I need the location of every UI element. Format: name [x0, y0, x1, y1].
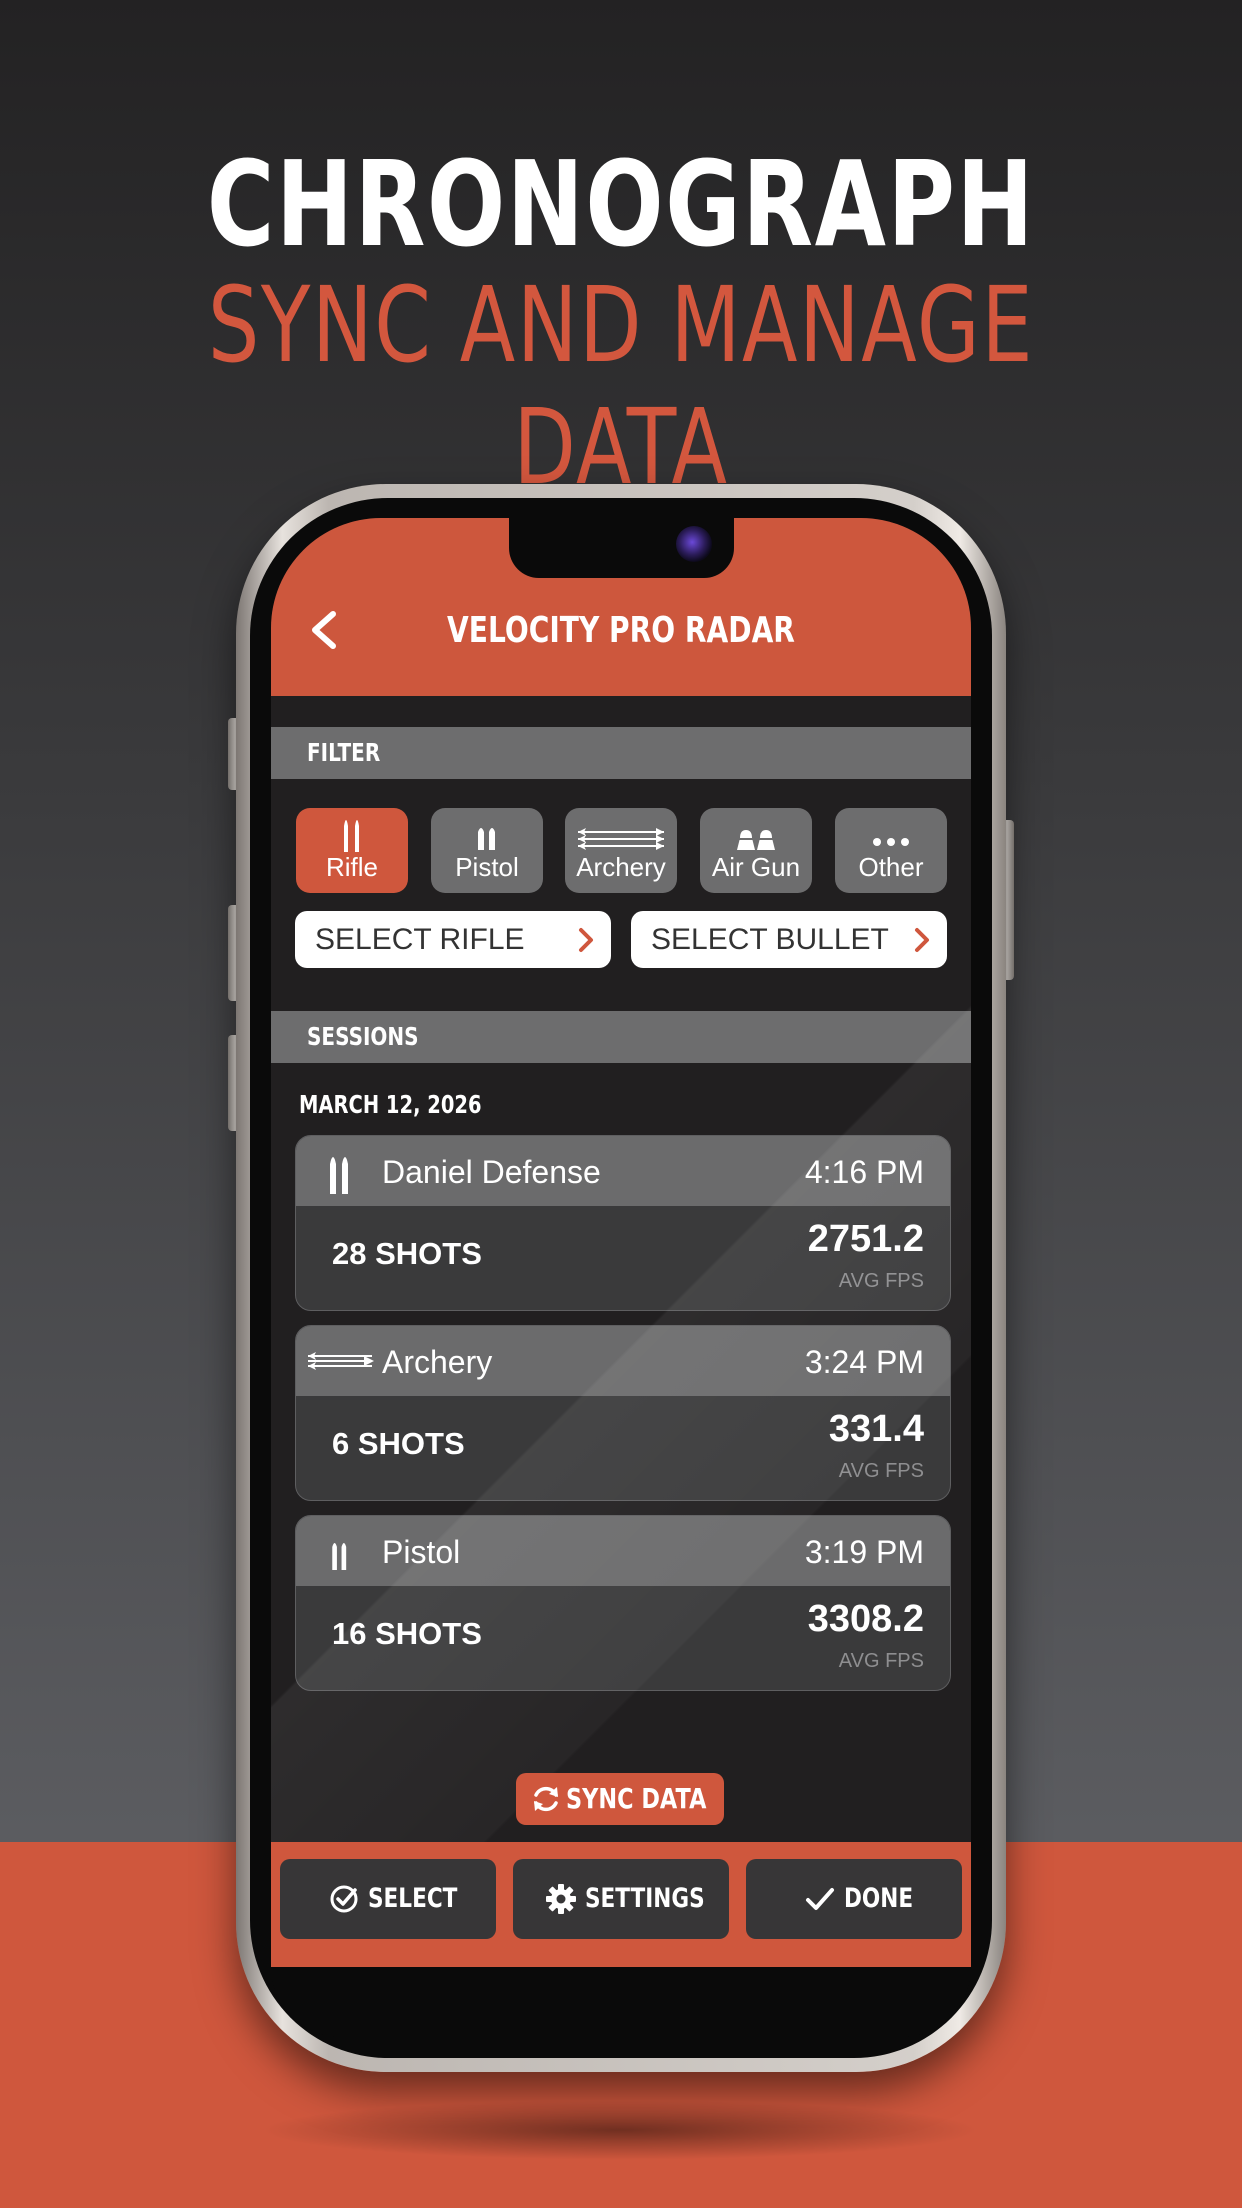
sync-data-button[interactable]: SYNC DATA [516, 1773, 724, 1825]
chevron-right-icon [579, 928, 593, 952]
select-button[interactable]: SELECT [280, 1859, 496, 1939]
refresh-icon [534, 1786, 558, 1812]
pellet-icon [737, 830, 775, 850]
filter-section-label: FILTER [307, 738, 381, 767]
marketing-subheadline: SYNC AND MANAGE DATA [207, 264, 1035, 508]
pistol-cartridge-icon [332, 1542, 347, 1570]
filter-section-header: FILTER [271, 727, 971, 779]
sessions-section-header: SESSIONS [271, 1011, 971, 1063]
session-date-label: MARCH 12, 2026 [299, 1090, 482, 1119]
select-bullet-button[interactable]: SELECT BULLET [631, 911, 947, 968]
session-card-header: Pistol 3:19 PM [296, 1516, 950, 1586]
arrows-icon [308, 1352, 374, 1370]
marketing-headline: CHRONOGRAPH [206, 135, 1036, 273]
rifle-cartridge-icon [344, 820, 359, 852]
settings-button[interactable]: SETTINGS [513, 1859, 729, 1939]
session-name: Archery [382, 1344, 493, 1380]
session-shot-count: 6 SHOTS [332, 1426, 465, 1461]
session-card[interactable]: Daniel Defense 4:16 PM 28 SHOTS 2751.2 A… [295, 1135, 951, 1311]
filter-archery-label: Archery [576, 852, 666, 882]
sync-data-label: SYNC DATA [566, 1782, 707, 1815]
select-bullet-label: SELECT BULLET [651, 923, 889, 956]
chevron-left-icon[interactable] [305, 610, 345, 650]
select-label: SELECT [368, 1883, 458, 1914]
checkmark-icon [806, 1888, 834, 1910]
filter-pistol-label: Pistol [455, 852, 519, 882]
session-time: 4:16 PM [804, 1154, 924, 1190]
ellipsis-icon [873, 838, 909, 846]
filter-rifle-button[interactable]: Rifle [296, 808, 408, 893]
phone-chin [271, 1967, 971, 2037]
filter-airgun-button[interactable]: Air Gun [700, 808, 812, 893]
app-screen: VELOCITY PRO RADAR FILTER Rifle Pistol A… [271, 518, 971, 1967]
session-card-header: Archery 3:24 PM [296, 1326, 950, 1396]
sessions-section-label: SESSIONS [307, 1022, 419, 1051]
session-time: 3:19 PM [804, 1534, 924, 1570]
arrows-icon [578, 828, 664, 850]
session-card-header: Daniel Defense 4:16 PM [296, 1136, 950, 1206]
pistol-cartridge-icon [478, 828, 495, 850]
gear-icon [546, 1884, 576, 1914]
done-label: DONE [844, 1883, 914, 1914]
filter-archery-button[interactable]: Archery [565, 808, 677, 893]
session-name: Pistol [382, 1534, 461, 1570]
session-shot-count: 28 SHOTS [332, 1236, 482, 1271]
session-time: 3:24 PM [804, 1344, 924, 1380]
session-name: Daniel Defense [382, 1154, 601, 1190]
bottom-toolbar: SELECT SETTINGS DONE [271, 1842, 971, 1967]
settings-label: SETTINGS [585, 1883, 705, 1914]
front-camera-icon [676, 526, 712, 562]
done-button[interactable]: DONE [746, 1859, 962, 1939]
rifle-cartridge-icon [330, 1157, 348, 1194]
avg-fps-label: AVG FPS [838, 1270, 924, 1292]
avg-fps-label: AVG FPS [838, 1460, 924, 1482]
select-rifle-button[interactable]: SELECT RIFLE [295, 911, 611, 968]
filter-airgun-label: Air Gun [711, 852, 801, 882]
filter-other-label: Other [858, 852, 924, 882]
filter-pistol-button[interactable]: Pistol [431, 808, 543, 893]
app-title: VELOCITY PRO RADAR [447, 610, 795, 651]
select-rifle-label: SELECT RIFLE [315, 923, 525, 956]
phone-shadow [260, 2100, 980, 2160]
filter-rifle-label: Rifle [325, 852, 378, 882]
check-circle-icon [330, 1885, 358, 1913]
session-avg-fps: 331.4 [828, 1408, 924, 1450]
avg-fps-label: AVG FPS [838, 1650, 924, 1672]
filter-other-button[interactable]: Other [835, 808, 947, 893]
session-avg-fps: 3308.2 [807, 1598, 924, 1640]
session-avg-fps: 2751.2 [807, 1218, 924, 1260]
session-card[interactable]: Pistol 3:19 PM 16 SHOTS 3308.2 AVG FPS [295, 1515, 951, 1691]
chevron-right-icon [915, 928, 929, 952]
session-card[interactable]: Archery 3:24 PM 6 SHOTS 331.4 AVG FPS [295, 1325, 951, 1501]
session-shot-count: 16 SHOTS [332, 1616, 482, 1651]
